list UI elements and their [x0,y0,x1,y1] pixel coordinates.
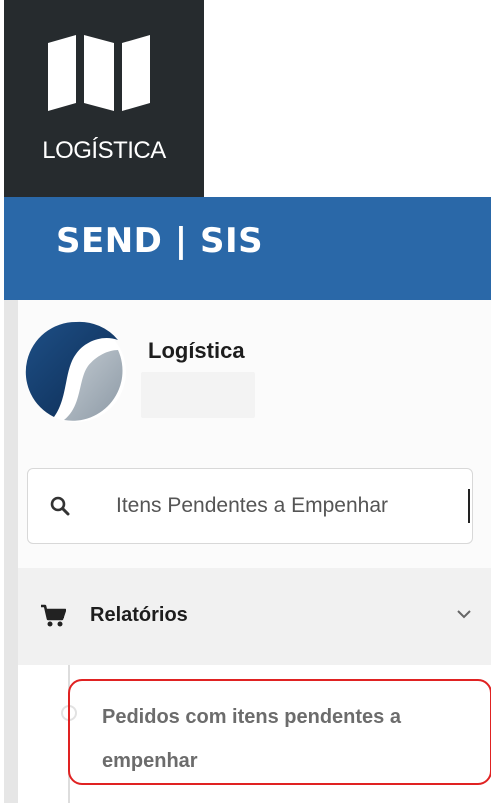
sidebar: Logística Relatórios Pedidos com itens p… [4,300,491,803]
search-icon [50,496,70,516]
brand-title[interactable]: SEND | SIS [56,221,263,261]
menu-section-label: Relatórios [90,604,188,626]
chevron-down-icon[interactable] [456,608,472,620]
menu-search[interactable] [27,468,473,544]
module-tile-logistica[interactable]: LOGÍSTICA [4,0,204,197]
tile-label: LOGÍSTICA [42,137,166,164]
submenu-relatorios: Pedidos com itens pendentes a empenhar [18,665,491,803]
app-header: SEND | SIS [4,197,491,300]
sidebar-rail [4,300,18,803]
cart-icon [41,604,66,627]
org-name: Logística [148,338,245,363]
search-input[interactable] [116,487,468,525]
map-icon [48,35,150,111]
text-caret [468,489,470,523]
menu-section-relatorios[interactable]: Relatórios [18,568,491,665]
company-logo [25,321,126,422]
menu-item-pedidos-pendentes[interactable]: Pedidos com itens pendentes a empenhar [102,695,482,783]
org-subtitle-redacted [141,372,255,418]
